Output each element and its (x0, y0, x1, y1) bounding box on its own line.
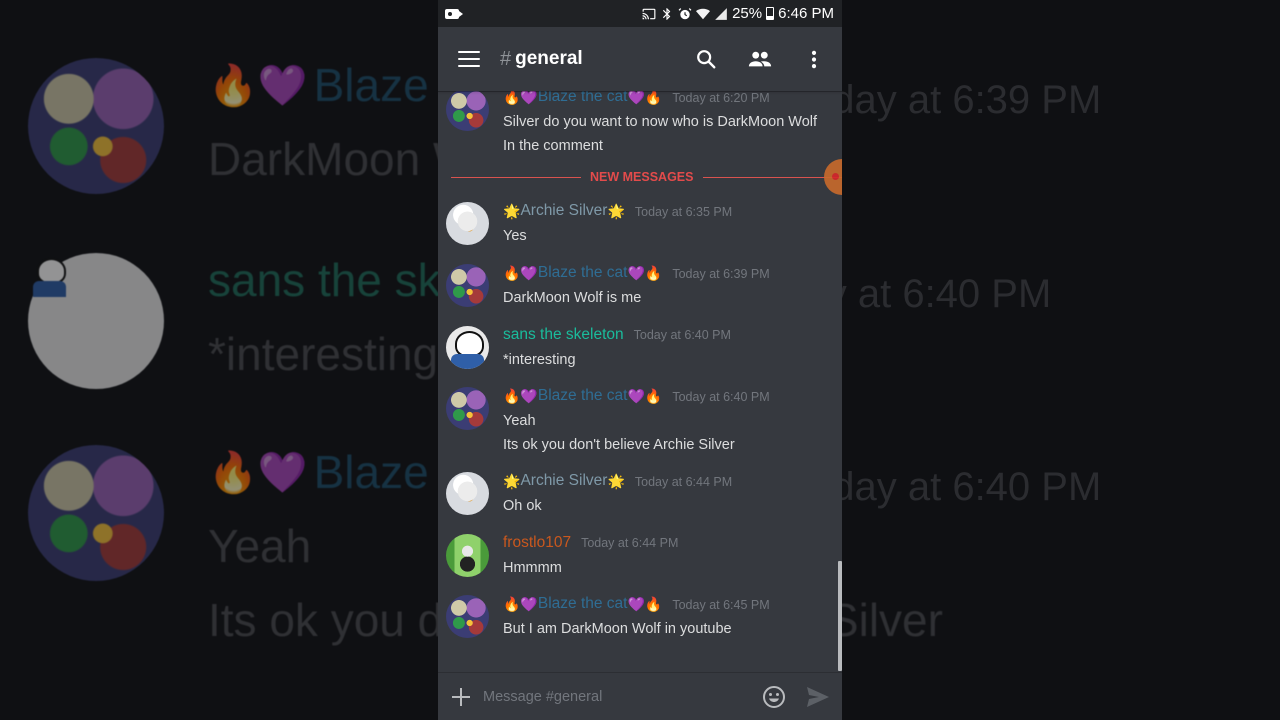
message-text: Yes (503, 228, 527, 244)
username[interactable]: 🌟 Archie Silver 🌟 (503, 202, 625, 220)
message-text: Silver do you want to now who is DarkMoo… (503, 114, 818, 130)
username[interactable]: 🔥💜 Blaze the cat 💜🔥 (503, 91, 662, 106)
bg-avatar (28, 445, 164, 581)
new-messages-divider: NEW MESSAGES (451, 170, 842, 184)
new-messages-label: NEW MESSAGES (590, 170, 694, 184)
video-record-icon (445, 8, 463, 19)
message-text: Its ok you don't believe Archie Silver (503, 437, 735, 453)
wifi-icon (696, 8, 711, 19)
signal-icon (715, 7, 727, 20)
avatar[interactable] (446, 534, 489, 577)
smiley-icon[interactable] (762, 685, 786, 709)
avatar[interactable] (446, 472, 489, 515)
avatar[interactable] (446, 202, 489, 245)
avatar[interactable] (446, 595, 489, 638)
cast-icon (642, 8, 656, 19)
avatar[interactable] (446, 91, 489, 131)
status-bar: 25% 6:46 PM (438, 0, 842, 27)
timestamp: Today at 6:44 PM (581, 536, 679, 550)
message: sans the skeleton Today at 6:40 PM *inte… (446, 326, 834, 372)
message-text: DarkMoon Wolf is me (503, 290, 642, 306)
message: 🔥💜 Blaze the cat 💜🔥 Today at 6:40 PM Yea… (446, 387, 834, 457)
timestamp: Today at 6:20 PM (672, 91, 770, 105)
bluetooth-icon (663, 7, 671, 20)
jump-to-unread-bubble[interactable] (824, 159, 842, 195)
search-icon (697, 50, 716, 69)
members-button[interactable] (748, 47, 772, 71)
timestamp: Today at 6:40 PM (633, 328, 731, 342)
message-text: But I am DarkMoon Wolf in youtube (503, 621, 732, 637)
message-input[interactable] (483, 688, 762, 705)
alarm-icon (678, 7, 692, 19)
message-text: *interesting (503, 352, 576, 368)
timestamp: Today at 6:39 PM (672, 267, 770, 281)
channel-title: # general (500, 48, 694, 71)
channel-header: # general (438, 27, 842, 91)
message: frostlo107 Today at 6:44 PM Hmmmm (446, 534, 834, 580)
send-icon[interactable] (806, 686, 830, 708)
username[interactable]: sans the skeleton (503, 326, 624, 344)
username[interactable]: 🌟 Archie Silver 🌟 (503, 472, 625, 490)
more-options-button[interactable] (802, 47, 826, 71)
timestamp: Today at 6:35 PM (634, 205, 733, 219)
message-text: Yeah (503, 413, 536, 429)
message: 🔥💜 Blaze the cat 💜🔥 Today at 6:45 PM But… (446, 595, 834, 641)
timestamp: Today at 6:44 PM (634, 475, 733, 489)
bg-avatar (28, 253, 164, 389)
username[interactable]: 🔥💜 Blaze the cat 💜🔥 (503, 387, 662, 405)
message-text: Hmmmm (503, 560, 562, 576)
message: 🌟 Archie Silver 🌟 Today at 6:44 PM Oh ok (446, 472, 834, 518)
message-list[interactable]: 🔥💜 Blaze the cat 💜🔥 Today at 6:20 PM Sil… (438, 91, 842, 672)
bg-avatar (28, 58, 164, 194)
scrollbar-thumb[interactable] (838, 561, 842, 671)
message-composer (438, 672, 842, 720)
username[interactable]: 🔥💜 Blaze the cat 💜🔥 (503, 264, 662, 282)
clock: 6:46 PM (778, 5, 834, 22)
avatar[interactable] (446, 264, 489, 307)
message: 🌟 Archie Silver 🌟 Today at 6:35 PM Yes (446, 202, 834, 248)
battery-percent: 25% (732, 5, 763, 22)
channel-name: general (515, 48, 583, 69)
plus-icon[interactable] (452, 687, 470, 706)
members-icon (748, 51, 772, 66)
battery-icon (766, 7, 775, 20)
hamburger-menu-icon[interactable] (458, 51, 480, 67)
username[interactable]: 🔥💜 Blaze the cat 💜🔥 (503, 595, 662, 613)
username[interactable]: frostlo107 (503, 534, 571, 552)
timestamp: Today at 6:40 PM (672, 390, 770, 404)
message-text: In the comment (503, 138, 603, 154)
phone-screen: 25% 6:46 PM # general 🔥💜 Blaze the cat 💜… (438, 0, 842, 720)
message: 🔥💜 Blaze the cat 💜🔥 Today at 6:39 PM Dar… (446, 264, 834, 310)
timestamp: Today at 6:45 PM (672, 598, 770, 612)
avatar[interactable] (446, 326, 489, 369)
more-vertical-icon (811, 50, 817, 68)
message-text: Oh ok (503, 498, 542, 514)
hash-icon: # (500, 47, 512, 70)
message: 🔥💜 Blaze the cat 💜🔥 Today at 6:20 PM Sil… (446, 91, 834, 158)
search-button[interactable] (694, 47, 718, 71)
avatar[interactable] (446, 387, 489, 430)
